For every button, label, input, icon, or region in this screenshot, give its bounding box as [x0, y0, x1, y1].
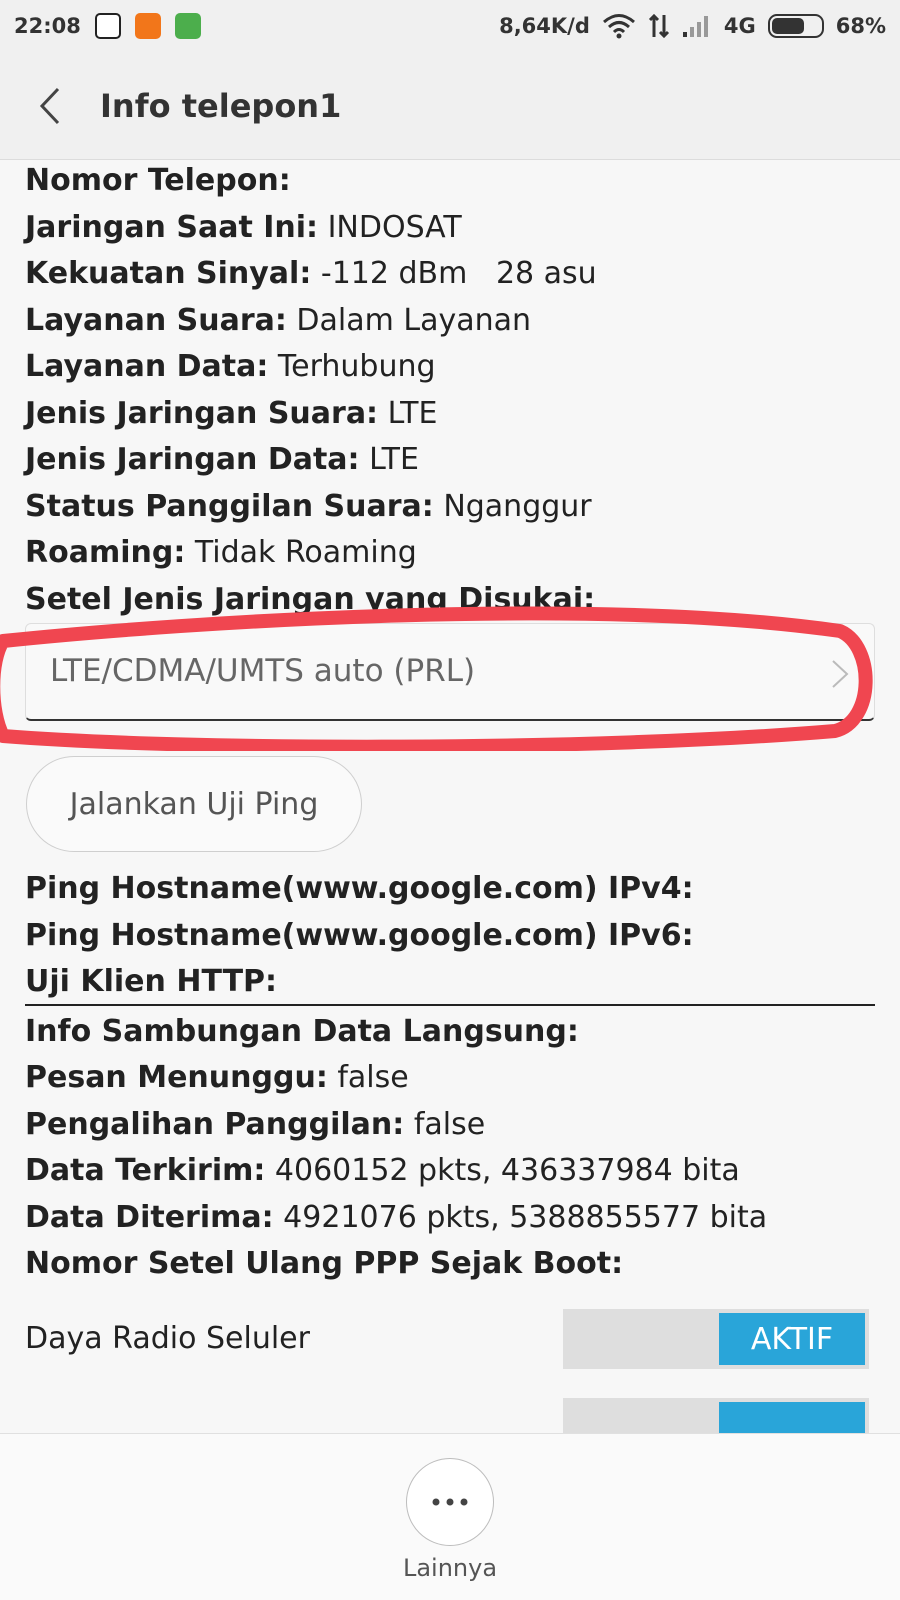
info-row: Nomor Setel Ulang PPP Sejak Boot:: [25, 1246, 624, 1281]
signal-icon: [682, 14, 712, 38]
info-row: Roaming: Tidak Roaming: [25, 535, 417, 570]
preferred-network-value: LTE/CDMA/UMTS auto (PRL): [50, 653, 476, 689]
radio-power-toggle[interactable]: AKTIF: [563, 1309, 869, 1369]
run-ping-test-button[interactable]: Jalankan Uji Ping: [26, 756, 362, 852]
toggle-knob: [719, 1402, 865, 1433]
android-app-icon: [174, 13, 201, 39]
page-title: Info telepon1: [100, 86, 342, 125]
phone-info-content[interactable]: Nomor Telepon: Jaringan Saat Ini: INDOSA…: [0, 161, 900, 1433]
wifi-icon: [602, 13, 636, 39]
bottom-bar: Lainnya: [0, 1433, 900, 1600]
status-time: 22:08: [14, 14, 81, 38]
info-row: Ping Hostname(www.google.com) IPv6:: [25, 918, 694, 953]
battery-percent: 68%: [835, 14, 886, 38]
info-row: Jaringan Saat Ini: INDOSAT: [25, 210, 462, 245]
network-type: 4G: [723, 14, 756, 38]
back-button[interactable]: [0, 52, 100, 160]
more-dots-icon: [432, 1498, 468, 1506]
info-row: Kekuatan Sinyal: -112 dBm 28 asu: [25, 256, 597, 291]
info-row: Layanan Data: Terhubung: [25, 349, 436, 384]
info-row: Pengalihan Panggilan: false: [25, 1107, 486, 1142]
battery-icon: [767, 14, 824, 38]
radio-power-label: Daya Radio Seluler: [25, 1321, 310, 1356]
info-row: Setel Jenis Jaringan yang Disukai:: [25, 582, 596, 617]
info-row: Info Sambungan Data Langsung:: [25, 1014, 579, 1049]
info-row: Ping Hostname(www.google.com) IPv4:: [25, 871, 694, 906]
info-row: Jenis Jaringan Suara: LTE: [25, 396, 438, 431]
info-row: Pesan Menunggu: false: [25, 1060, 409, 1095]
info-row: Data Terkirim: 4060152 pkts, 436337984 b…: [25, 1153, 740, 1188]
toggle-state: AKTIF: [719, 1313, 865, 1365]
preferred-network-select[interactable]: LTE/CDMA/UMTS auto (PRL): [25, 623, 875, 721]
network-speed: 8,64K/d: [499, 14, 590, 38]
info-row: Jenis Jaringan Data: LTE: [25, 442, 419, 477]
status-bar: 22:08 8,64K/d 4G 68%: [0, 0, 900, 52]
chevron-left-icon: [39, 87, 60, 124]
info-row: Uji Klien HTTP:: [25, 964, 278, 999]
chevron-right-icon: [832, 660, 849, 688]
bbm-icon: [94, 13, 121, 39]
info-row: Status Panggilan Suara: Nganggur: [25, 489, 592, 524]
secondary-toggle[interactable]: [563, 1398, 869, 1433]
info-row: Nomor Telepon:: [25, 163, 291, 198]
alibaba-icon: [134, 13, 161, 39]
app-header: Info telepon1: [0, 52, 900, 160]
info-row: Data Diterima: 4921076 pkts, 5388855577 …: [25, 1200, 768, 1235]
more-button[interactable]: [406, 1458, 494, 1546]
data-activity-icon: [648, 13, 670, 39]
divider: [25, 1004, 875, 1006]
more-label: Lainnya: [402, 1554, 498, 1582]
info-row: Layanan Suara: Dalam Layanan: [25, 303, 532, 338]
